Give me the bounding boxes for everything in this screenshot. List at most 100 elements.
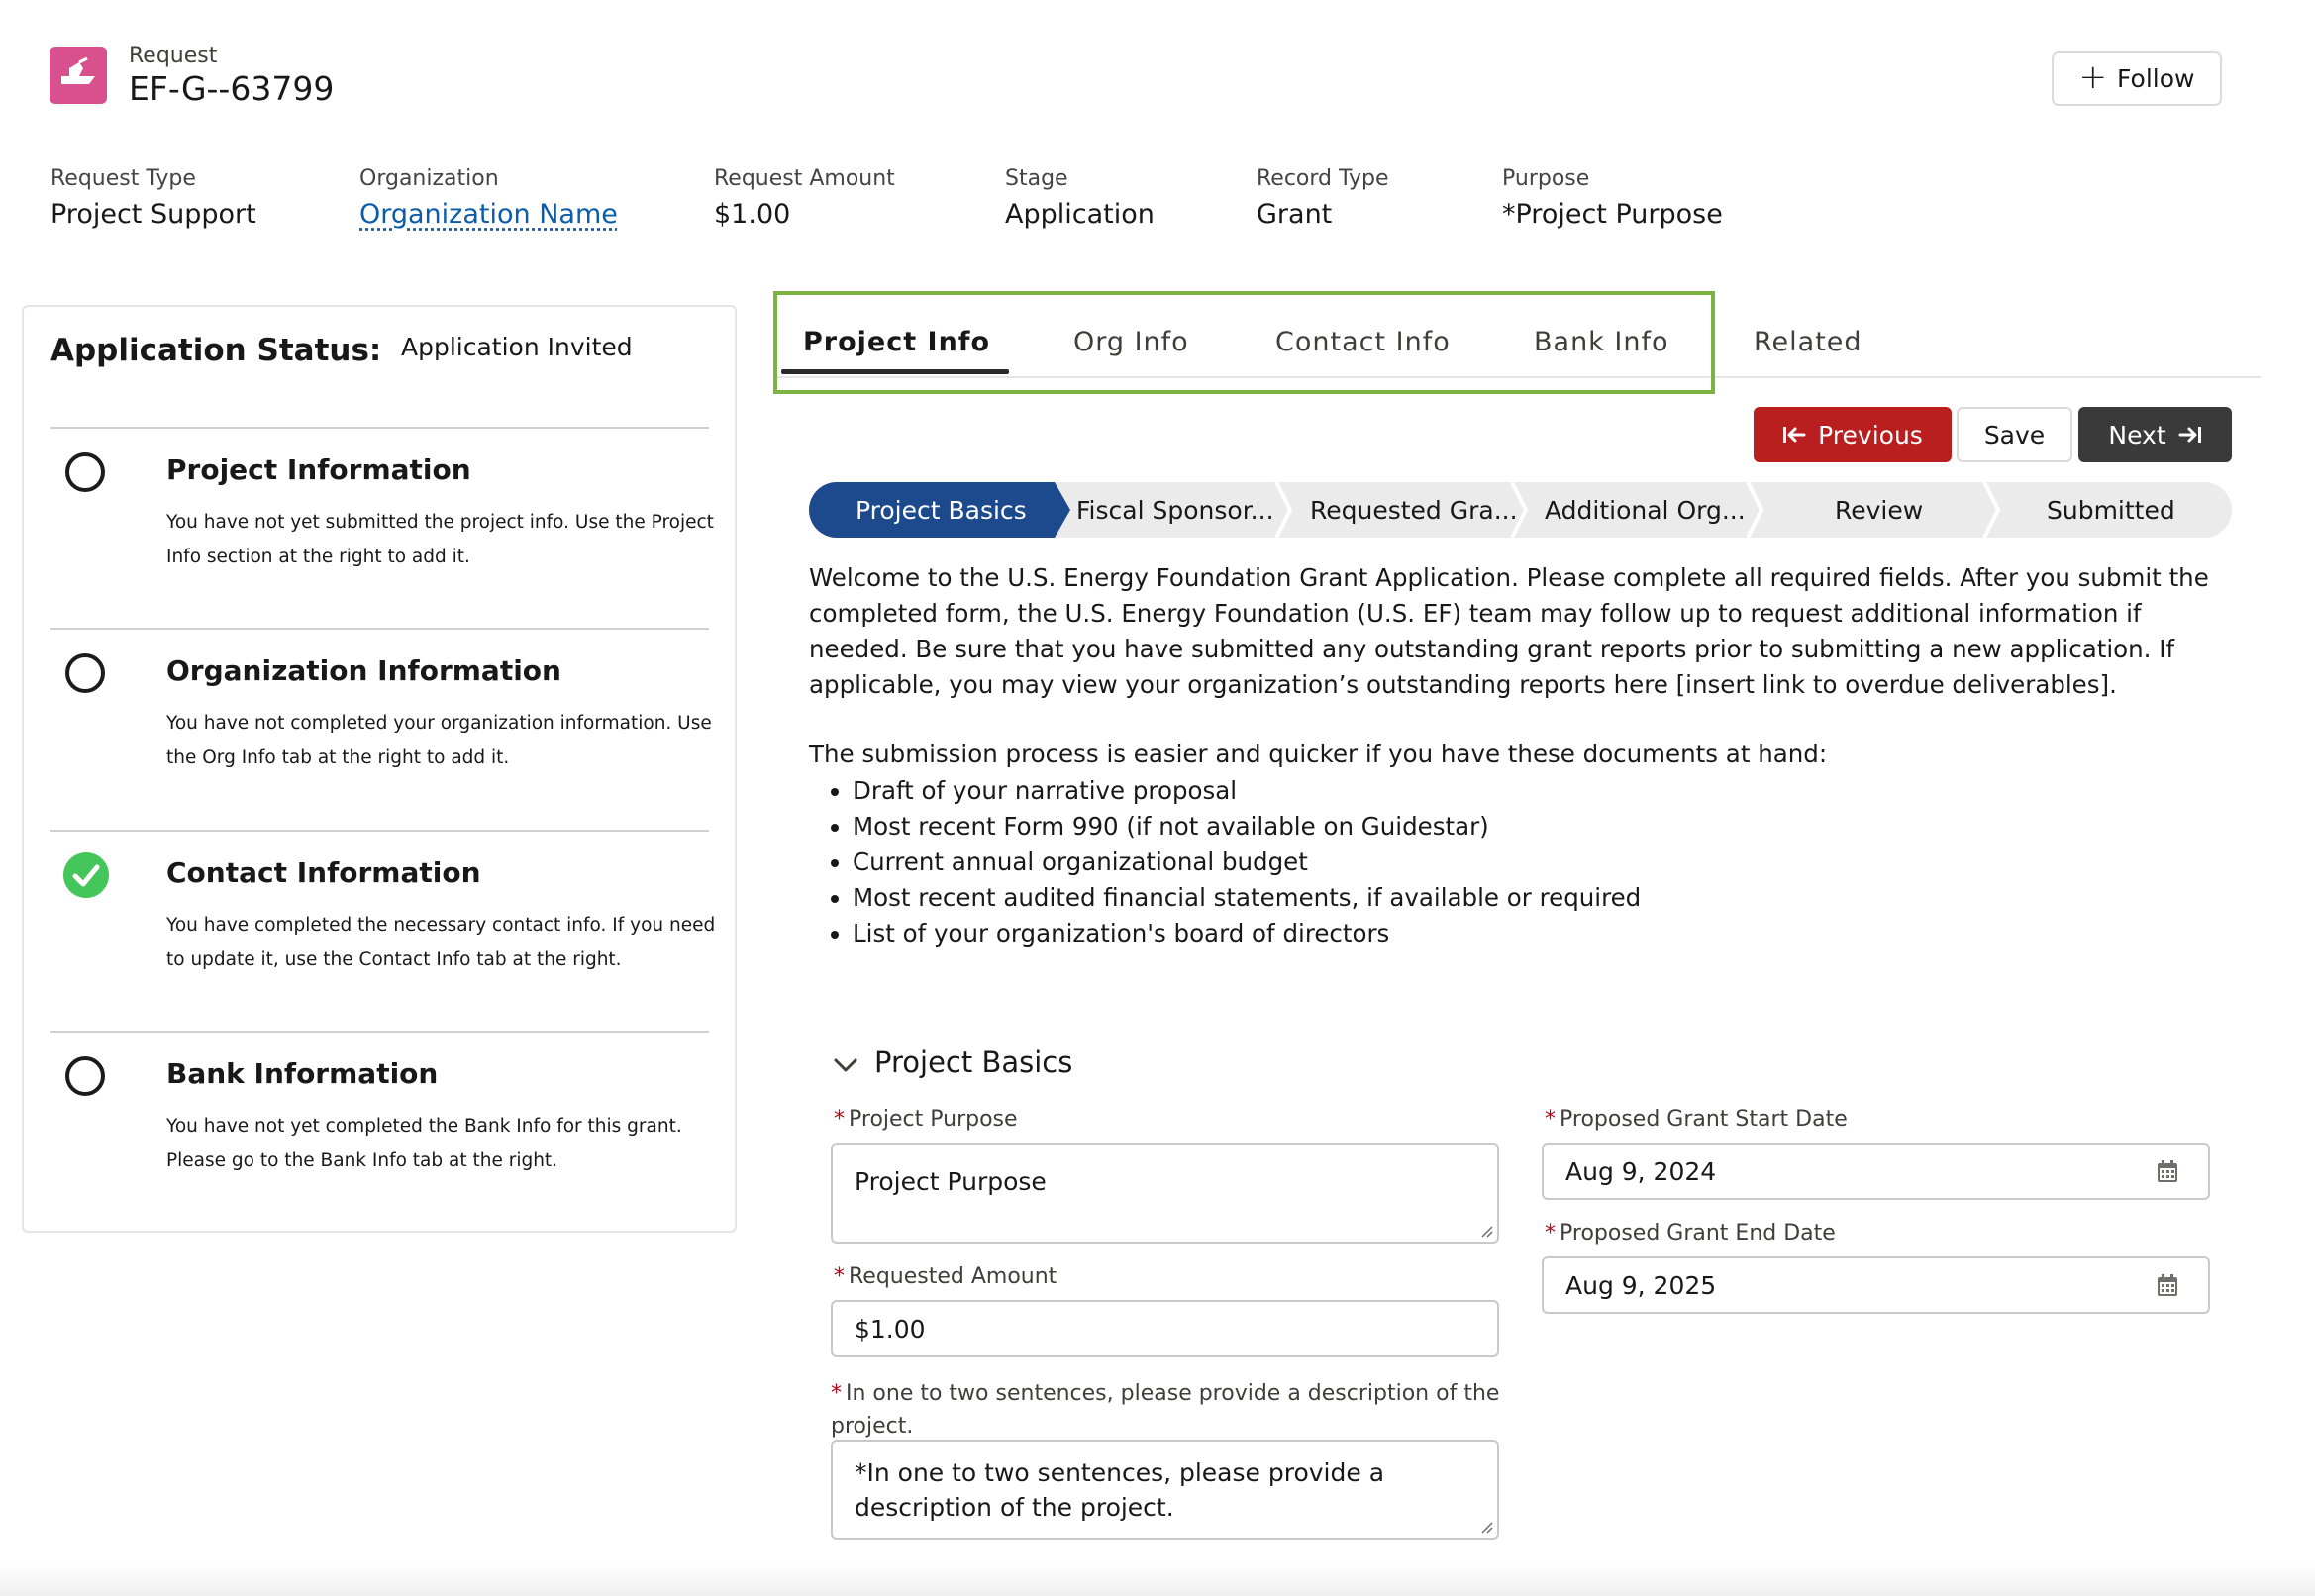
path-separator [1274,482,1292,538]
end-date-value: Aug 9, 2025 [1565,1270,1717,1300]
project-purpose-label: * Project Purpose [834,1107,1018,1132]
path-active-step-tip [1055,482,1070,538]
divider [50,628,709,630]
highlight-request-amount: Request Amount $1.00 [714,166,895,230]
divider [50,830,709,832]
calendar-icon[interactable] [2157,1273,2178,1297]
highlight-label: Record Type [1257,166,1389,191]
highlight-label: Stage [1005,166,1068,191]
path-separator [1746,482,1763,538]
previous-icon [1783,427,1806,443]
resize-handle-icon[interactable] [1479,1224,1493,1238]
plus-icon: + [2078,56,2108,97]
path-step-submitted[interactable]: Submitted [2047,482,2175,538]
highlight-value: Project Support [50,199,256,230]
save-label: Save [1983,420,2046,449]
start-date-label: * Proposed Grant Start Date [1545,1107,1848,1132]
welcome-text: Welcome to the U.S. Energy Foundation Gr… [809,563,2209,699]
highlight-label: Organization [359,166,499,191]
path-step-additional-org[interactable]: Additional Org... [1545,482,1746,538]
status-section-title: Project Information [166,453,471,486]
project-purpose-textarea[interactable]: Project Purpose [831,1143,1499,1244]
highlight-value: Grant [1257,199,1333,230]
path-separator [1982,482,2000,538]
requested-amount-value: $1.00 [855,1314,926,1344]
previous-label: Previous [1818,420,1923,449]
required-asterisk: * [1545,1221,1556,1246]
list-item: Current annual organizational budget [853,845,1641,880]
status-section-desc: You have completed the necessary contact… [166,915,716,970]
end-date-label-text: Proposed Grant End Date [1560,1221,1836,1246]
highlight-request-type: Request Type Project Support [50,166,256,230]
resize-handle-icon[interactable] [1479,1520,1493,1534]
list-item: Most recent Form 990 (if not available o… [853,809,1641,845]
list-item: Most recent audited financial statements… [853,880,1641,916]
application-status-label: Application Status: [50,333,382,368]
description-label-text: In one to two sentences, please provide … [831,1381,1500,1439]
status-section-desc: You have not completed your organization… [166,713,712,768]
project-purpose-label-text: Project Purpose [849,1107,1018,1132]
required-asterisk: * [834,1264,845,1289]
end-date-input[interactable]: Aug 9, 2025 [1542,1256,2210,1314]
status-section-title: Bank Information [166,1057,439,1090]
description-value: *In one to two sentences, please provide… [855,1458,1385,1522]
start-date-label-text: Proposed Grant Start Date [1560,1107,1848,1132]
chevron-down-icon[interactable] [832,1051,859,1079]
start-date-input[interactable]: Aug 9, 2024 [1542,1143,2210,1200]
status-section-desc: You have not yet completed the Bank Info… [166,1116,682,1171]
status-section-desc: You have not yet submitted the project i… [166,512,714,567]
divider [50,1031,709,1033]
check-circle-icon [63,852,109,898]
list-item: Draft of your narrative proposal [853,773,1641,809]
requested-amount-input[interactable]: $1.00 [831,1300,1499,1357]
previous-button[interactable]: Previous [1754,407,1952,462]
application-status-value: Application Invited [401,333,633,361]
path-step-project-basics[interactable]: Project Basics [856,482,1027,538]
highlight-stage: Stage Application [1005,166,1155,230]
section-title[interactable]: Project Basics [874,1046,1072,1079]
highlight-value: *Project Purpose [1502,199,1723,230]
requested-amount-label: * Requested Amount [834,1264,1057,1289]
end-date-label: * Proposed Grant End Date [1545,1221,1836,1246]
path-step-review[interactable]: Review [1835,482,1923,538]
highlight-organization: Organization Organization Name [359,166,618,230]
path-step-requested-grant[interactable]: Requested Gra... [1310,482,1518,538]
incomplete-circle-icon [65,452,105,492]
description-textarea[interactable]: *In one to two sentences, please provide… [831,1440,1499,1540]
highlight-value: Application [1005,199,1155,230]
highlight-value: $1.00 [714,199,791,230]
description-label: * In one to two sentences, please provide… [831,1377,1504,1443]
request-record-icon [50,47,107,104]
required-asterisk: * [1545,1107,1556,1132]
organization-link[interactable]: Organization Name [359,199,618,230]
incomplete-circle-icon [65,653,105,693]
documents-heading: The submission process is easier and qui… [809,740,1828,768]
follow-label: Follow [2117,64,2195,93]
required-asterisk: * [831,1381,842,1406]
incomplete-circle-icon [65,1056,105,1096]
save-button[interactable]: Save [1957,407,2072,462]
page-bottom-edge [0,1564,2315,1596]
required-asterisk: * [834,1107,845,1132]
requested-amount-label-text: Requested Amount [849,1264,1057,1289]
highlight-label: Request Type [50,166,196,191]
highlight-purpose: Purpose *Project Purpose [1502,166,1723,230]
highlight-label: Request Amount [714,166,895,191]
start-date-value: Aug 9, 2024 [1565,1156,1717,1186]
highlight-record-type: Record Type Grant [1257,166,1389,230]
next-icon [2178,427,2201,443]
path-step-fiscal-sponsor[interactable]: Fiscal Sponsor... [1076,482,1274,538]
follow-button[interactable]: + Follow [2052,51,2222,106]
documents-list: Draft of your narrative proposal Most re… [809,773,1641,951]
calendar-icon[interactable] [2157,1159,2178,1183]
status-section-title: Contact Information [166,856,481,889]
record-object-label: Request [129,44,218,68]
next-label: Next [2108,420,2166,449]
list-item: List of your organization's board of dir… [853,916,1641,951]
highlight-label: Purpose [1502,166,1590,191]
divider [50,427,709,429]
status-section-title: Organization Information [166,654,561,687]
project-purpose-value: Project Purpose [855,1167,1047,1196]
next-button[interactable]: Next [2078,407,2232,462]
tab-related[interactable]: Related [1754,327,1862,357]
